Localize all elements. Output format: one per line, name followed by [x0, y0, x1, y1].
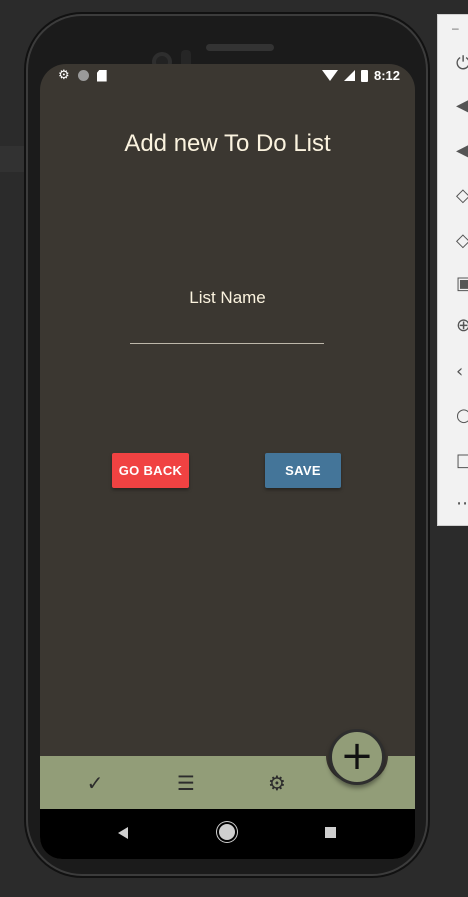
rotate-left-icon[interactable]: ◇	[456, 185, 468, 207]
list-name-input[interactable]	[130, 317, 324, 344]
page-title: Add new To Do List	[124, 130, 331, 157]
settings-icon: ⚙	[58, 68, 70, 83]
sd-card-icon	[96, 69, 107, 82]
status-bar: ⚙ 8:12	[40, 64, 415, 88]
more-icon[interactable]: ⋯	[456, 493, 468, 515]
gear-icon[interactable]: ⚙	[262, 770, 292, 796]
add-fab-button[interactable]: +	[329, 729, 385, 785]
nav-home-icon[interactable]	[219, 824, 235, 840]
camera-icon[interactable]: ▣	[456, 273, 468, 295]
power-icon[interactable]: ⏻	[456, 53, 468, 75]
list-name-label: List Name	[189, 288, 266, 307]
check-icon[interactable]: ✓	[80, 770, 110, 796]
status-time: 8:12	[373, 68, 400, 83]
signal-icon	[343, 70, 355, 81]
rotate-right-icon[interactable]: ◇	[456, 230, 468, 252]
zoom-icon[interactable]: ⊕	[456, 315, 468, 337]
go-back-button[interactable]: GO BACK	[112, 453, 189, 488]
nav-back-icon[interactable]	[118, 827, 128, 839]
list-icon[interactable]: ☰	[171, 770, 201, 796]
nav-recents-icon[interactable]	[325, 827, 336, 838]
minimize-icon[interactable]: –	[452, 21, 459, 35]
phone-speaker	[206, 44, 274, 51]
back-icon[interactable]: ‹	[456, 361, 468, 383]
home-icon[interactable]: ○	[456, 405, 468, 427]
circle-icon	[77, 70, 89, 81]
wifi-icon	[321, 70, 338, 81]
volume-down-icon[interactable]: ◀	[456, 140, 468, 162]
overview-icon[interactable]: □	[456, 450, 468, 472]
system-nav-bar	[40, 809, 415, 859]
volume-up-icon[interactable]: ◀	[456, 95, 468, 117]
save-button[interactable]: SAVE	[265, 453, 341, 488]
emulator-toolbar: – ⏻ ◀ ◀ ◇ ◇ ▣ ⊕ ‹ ○ □ ⋯	[437, 14, 468, 526]
battery-icon	[360, 69, 368, 82]
app-screen: ⚙ 8:12 Add new To Do List List Name GO B…	[40, 64, 415, 859]
